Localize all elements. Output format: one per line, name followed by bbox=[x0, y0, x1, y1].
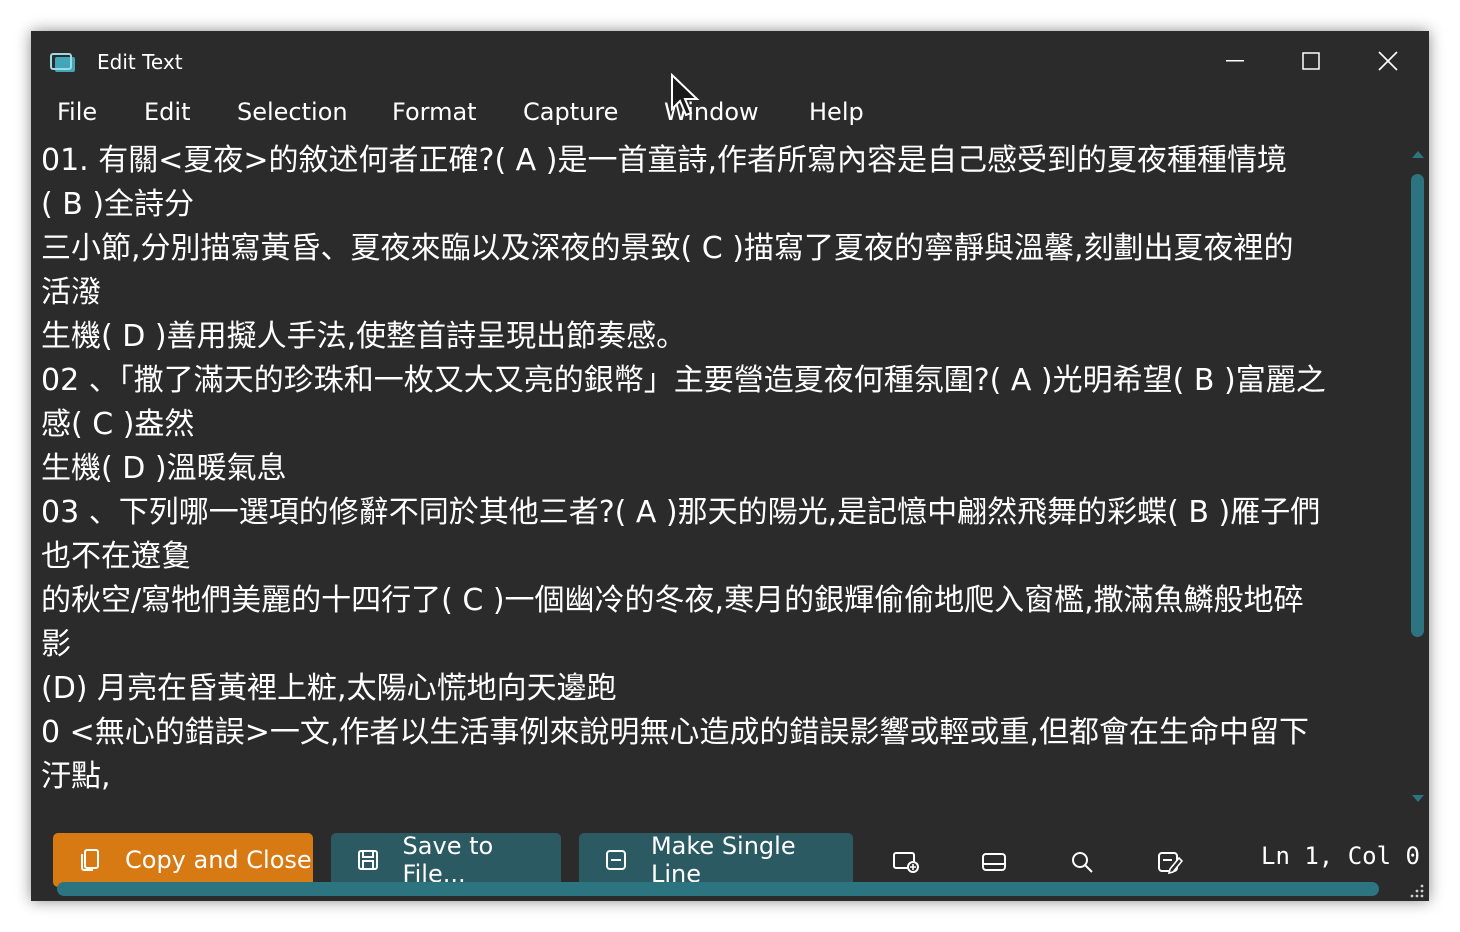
resize-grip-icon[interactable] bbox=[1407, 883, 1425, 899]
menu-file[interactable]: File bbox=[57, 98, 97, 126]
mouse-pointer-icon bbox=[670, 72, 702, 119]
vertical-scroll-thumb[interactable] bbox=[1411, 174, 1424, 637]
editor-line: 三小節,分別描寫黃昏、夏夜來臨以及深夜的景致( C )描寫了夏夜的寧靜與溫馨,刻… bbox=[41, 231, 1294, 266]
make-single-line-label: Make Single Line bbox=[650, 832, 796, 888]
editor-line: 0 <無心的錯誤>一文,作者以生活事例來說明無心造成的錯誤影響或輕或重,但都會在… bbox=[41, 715, 1309, 750]
title-bar[interactable]: Edit Text bbox=[31, 31, 1429, 93]
editor-line: 汙點, bbox=[41, 759, 111, 794]
cursor-position-status: Ln 1, Col 0 bbox=[1261, 842, 1420, 870]
copy-and-close-button[interactable]: Copy and Close bbox=[53, 833, 313, 887]
save-to-file-button[interactable]: Save to File... bbox=[331, 832, 561, 888]
save-icon bbox=[355, 847, 381, 873]
editor-line: 感( C )盎然 bbox=[41, 407, 195, 442]
menu-selection[interactable]: Selection bbox=[237, 98, 348, 126]
scroll-up-icon[interactable] bbox=[1412, 151, 1424, 158]
save-to-file-label: Save to File... bbox=[402, 832, 494, 888]
editor-line: ( B )全詩分 bbox=[41, 187, 195, 222]
editor-line: 活潑 bbox=[41, 275, 101, 310]
make-single-line-button[interactable]: Make Single Line bbox=[579, 832, 853, 888]
minimize-icon bbox=[1226, 60, 1244, 62]
copy-and-close-label: Copy and Close bbox=[125, 846, 312, 874]
screen-capture-icon bbox=[49, 52, 77, 74]
horizontal-scroll-thumb[interactable] bbox=[57, 882, 1379, 896]
maximize-button[interactable] bbox=[1281, 41, 1341, 81]
menu-bar: File Edit Selection Format Capture Windo… bbox=[31, 93, 1429, 139]
edit-text-window: Edit Text File Edit Selection Format Cap… bbox=[31, 31, 1429, 901]
single-line-icon bbox=[603, 847, 629, 873]
editor-line: 01. 有關<夏夜>的敘述何者正確?( A )是一首童詩,作者所寫內容是自己感受… bbox=[41, 143, 1287, 178]
close-icon bbox=[1378, 51, 1398, 71]
editor-line: 02 、「撒了滿天的珍珠和一枚又大又亮的銀幣」主要營造夏夜何種氛圍?( A )光… bbox=[41, 363, 1326, 398]
editor-line: 生機( D )溫暖氣息 bbox=[41, 451, 287, 486]
search-icon[interactable] bbox=[1067, 848, 1097, 876]
text-editor[interactable]: 01. 有關<夏夜>的敘述何者正確?( A )是一首童詩,作者所寫內容是自己感受… bbox=[31, 139, 1407, 829]
grab-text-icon[interactable] bbox=[979, 848, 1009, 876]
editor-line: (D) 月亮在昏黃裡上粧,太陽心慌地向天邊跑 bbox=[41, 671, 617, 706]
minimize-button[interactable] bbox=[1205, 41, 1265, 81]
menu-edit[interactable]: Edit bbox=[144, 98, 190, 126]
editor-line: 的秋空/寫牠們美麗的十四行了( C )一個幽冷的冬夜,寒月的銀輝偷偷地爬入窗檻,… bbox=[41, 583, 1304, 618]
editor-line: 也不在遼敻 bbox=[41, 539, 191, 574]
editor-line: 03 、下列哪一選項的修辭不同於其他三者?( A )那天的陽光,是記憶中翩然飛舞… bbox=[41, 495, 1321, 530]
editor-line: 影 bbox=[41, 627, 71, 662]
menu-format[interactable]: Format bbox=[392, 98, 477, 126]
window-title: Edit Text bbox=[97, 50, 183, 74]
new-capture-icon[interactable] bbox=[891, 848, 921, 876]
close-button[interactable] bbox=[1358, 41, 1418, 81]
edit-bottom-bar-icon[interactable] bbox=[1155, 848, 1185, 876]
maximize-icon bbox=[1302, 52, 1320, 70]
editor-line: 生機( D )善用擬人手法,使整首詩呈現出節奏感。 bbox=[41, 319, 687, 354]
scroll-down-icon[interactable] bbox=[1412, 795, 1424, 802]
menu-help[interactable]: Help bbox=[809, 98, 864, 126]
menu-capture[interactable]: Capture bbox=[523, 98, 618, 126]
copy-icon bbox=[77, 847, 103, 873]
